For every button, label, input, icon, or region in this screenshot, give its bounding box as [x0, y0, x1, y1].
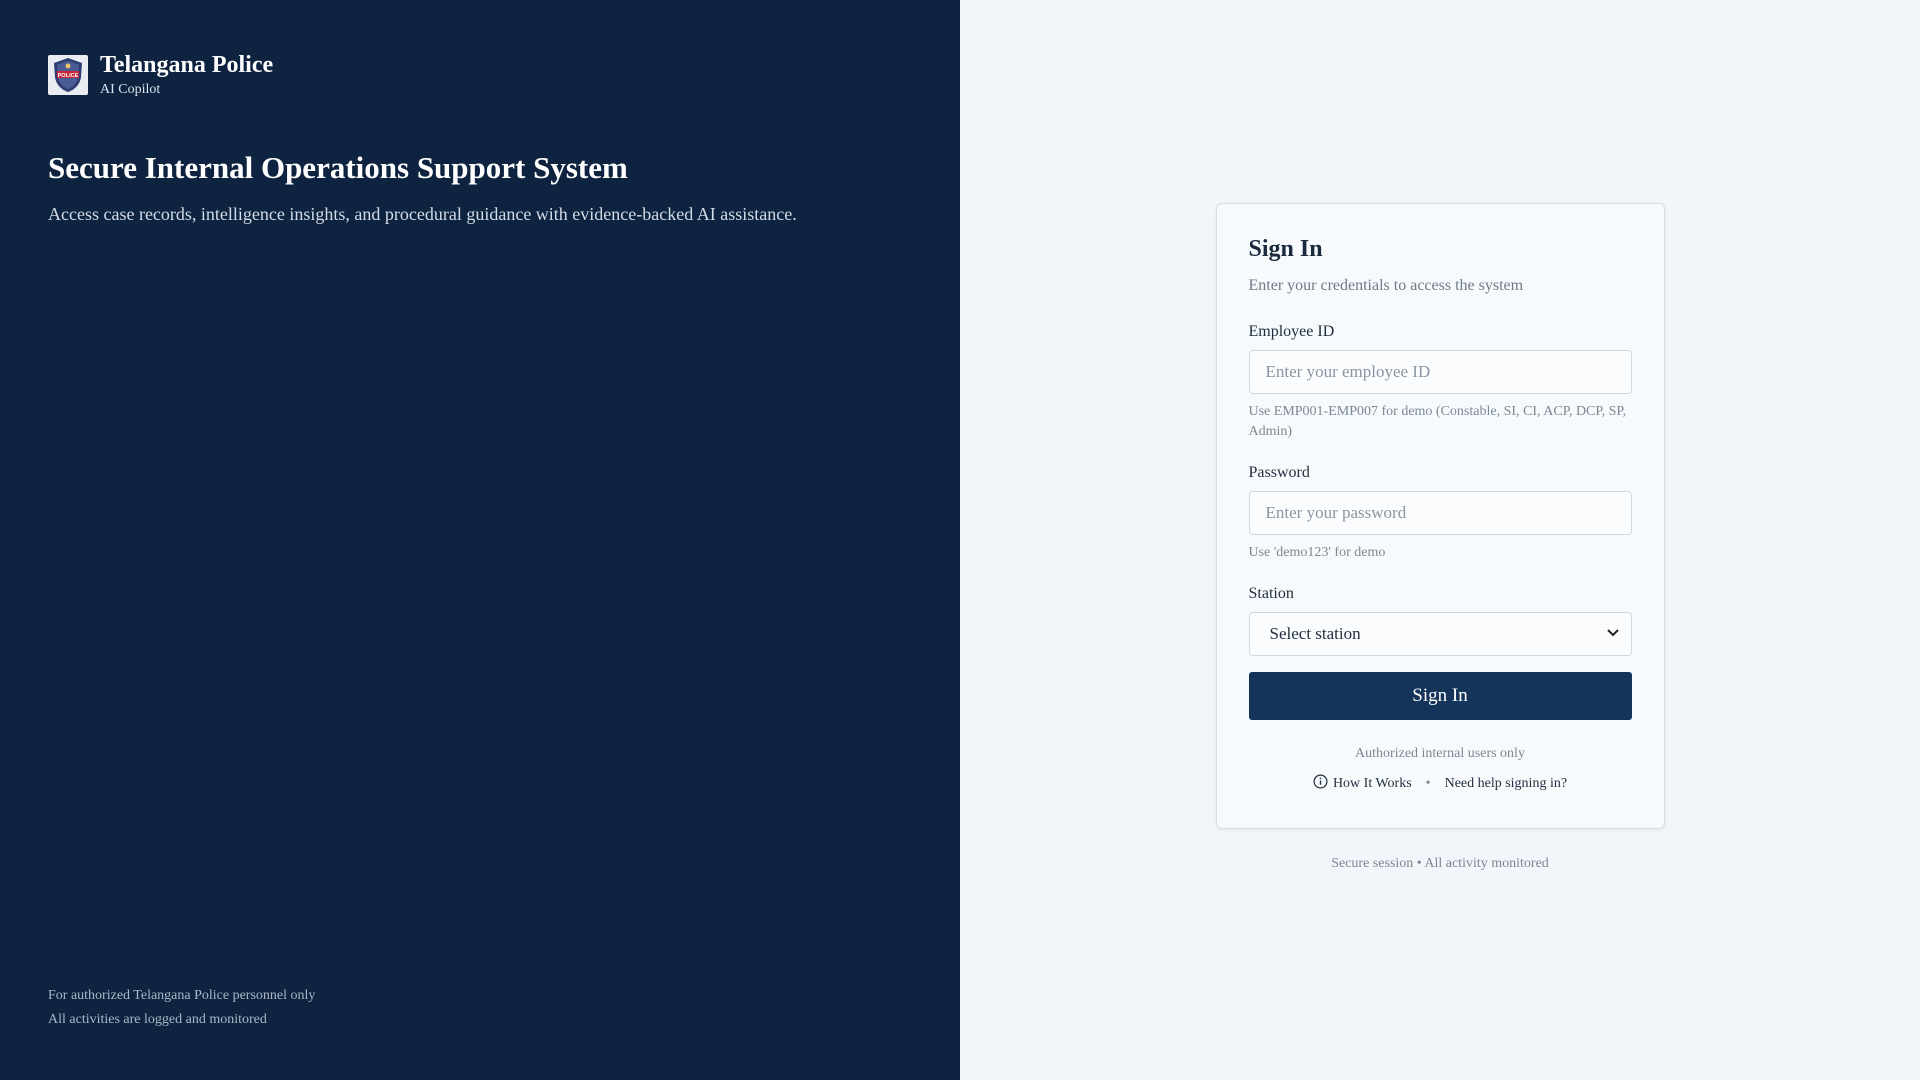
left-footer: For authorized Telangana Police personne… [48, 984, 315, 1032]
brand-text: Telangana Police AI Copilot [100, 52, 273, 98]
help-links: How It Works • Need help signing in? [1249, 774, 1632, 794]
brand-name: Telangana Police [100, 52, 274, 78]
hero-lead: Access case records, intelligence insigh… [48, 204, 797, 225]
svg-text:POLICE: POLICE [58, 73, 79, 79]
password-input[interactable] [1248, 491, 1632, 535]
signin-title: Sign In [1248, 236, 1323, 262]
employee-id-hint: Use EMP001-EMP007 for demo (Constable, S… [1248, 404, 1627, 439]
station-label: Station [1248, 585, 1294, 602]
footer-line-authorized: For authorized Telangana Police personne… [48, 988, 316, 1003]
hero-headline: Secure Internal Operations Support Syste… [48, 150, 628, 186]
brand-header: POLICE Telangana Police AI Copilot [48, 52, 912, 98]
password-label: Password [1248, 464, 1310, 481]
brand-panel: POLICE Telangana Police AI Copilot Secur… [0, 0, 960, 1080]
signin-button[interactable]: Sign In [1248, 672, 1632, 720]
how-it-works-label: How It Works [1332, 776, 1412, 791]
footer-line-logged: All activities are logged and monitored [48, 1012, 267, 1027]
police-shield-icon: POLICE [48, 55, 88, 96]
authorized-note: Authorized internal users only [1355, 746, 1525, 761]
signin-subtitle: Enter your credentials to access the sys… [1248, 277, 1524, 294]
secure-session-note: Secure session • All activity monitored [1331, 856, 1549, 871]
brand-subtitle: AI Copilot [100, 82, 161, 98]
need-help-link[interactable]: Need help signing in? [1445, 776, 1567, 792]
signin-card: Sign In Enter your credentials to access… [1215, 203, 1665, 829]
station-select[interactable]: Select station [1248, 612, 1632, 656]
link-separator: • [1425, 776, 1431, 791]
info-circle-icon [1313, 774, 1328, 794]
chevron-down-icon [1606, 626, 1619, 642]
employee-id-input[interactable] [1248, 350, 1632, 394]
signin-panel: Sign In Enter your credentials to access… [960, 0, 1920, 1080]
how-it-works-link[interactable]: How It Works [1313, 774, 1412, 794]
password-hint: Use 'demo123' for demo [1248, 545, 1386, 560]
station-selected-value: Select station [1269, 624, 1361, 643]
employee-id-label: Employee ID [1248, 323, 1335, 340]
